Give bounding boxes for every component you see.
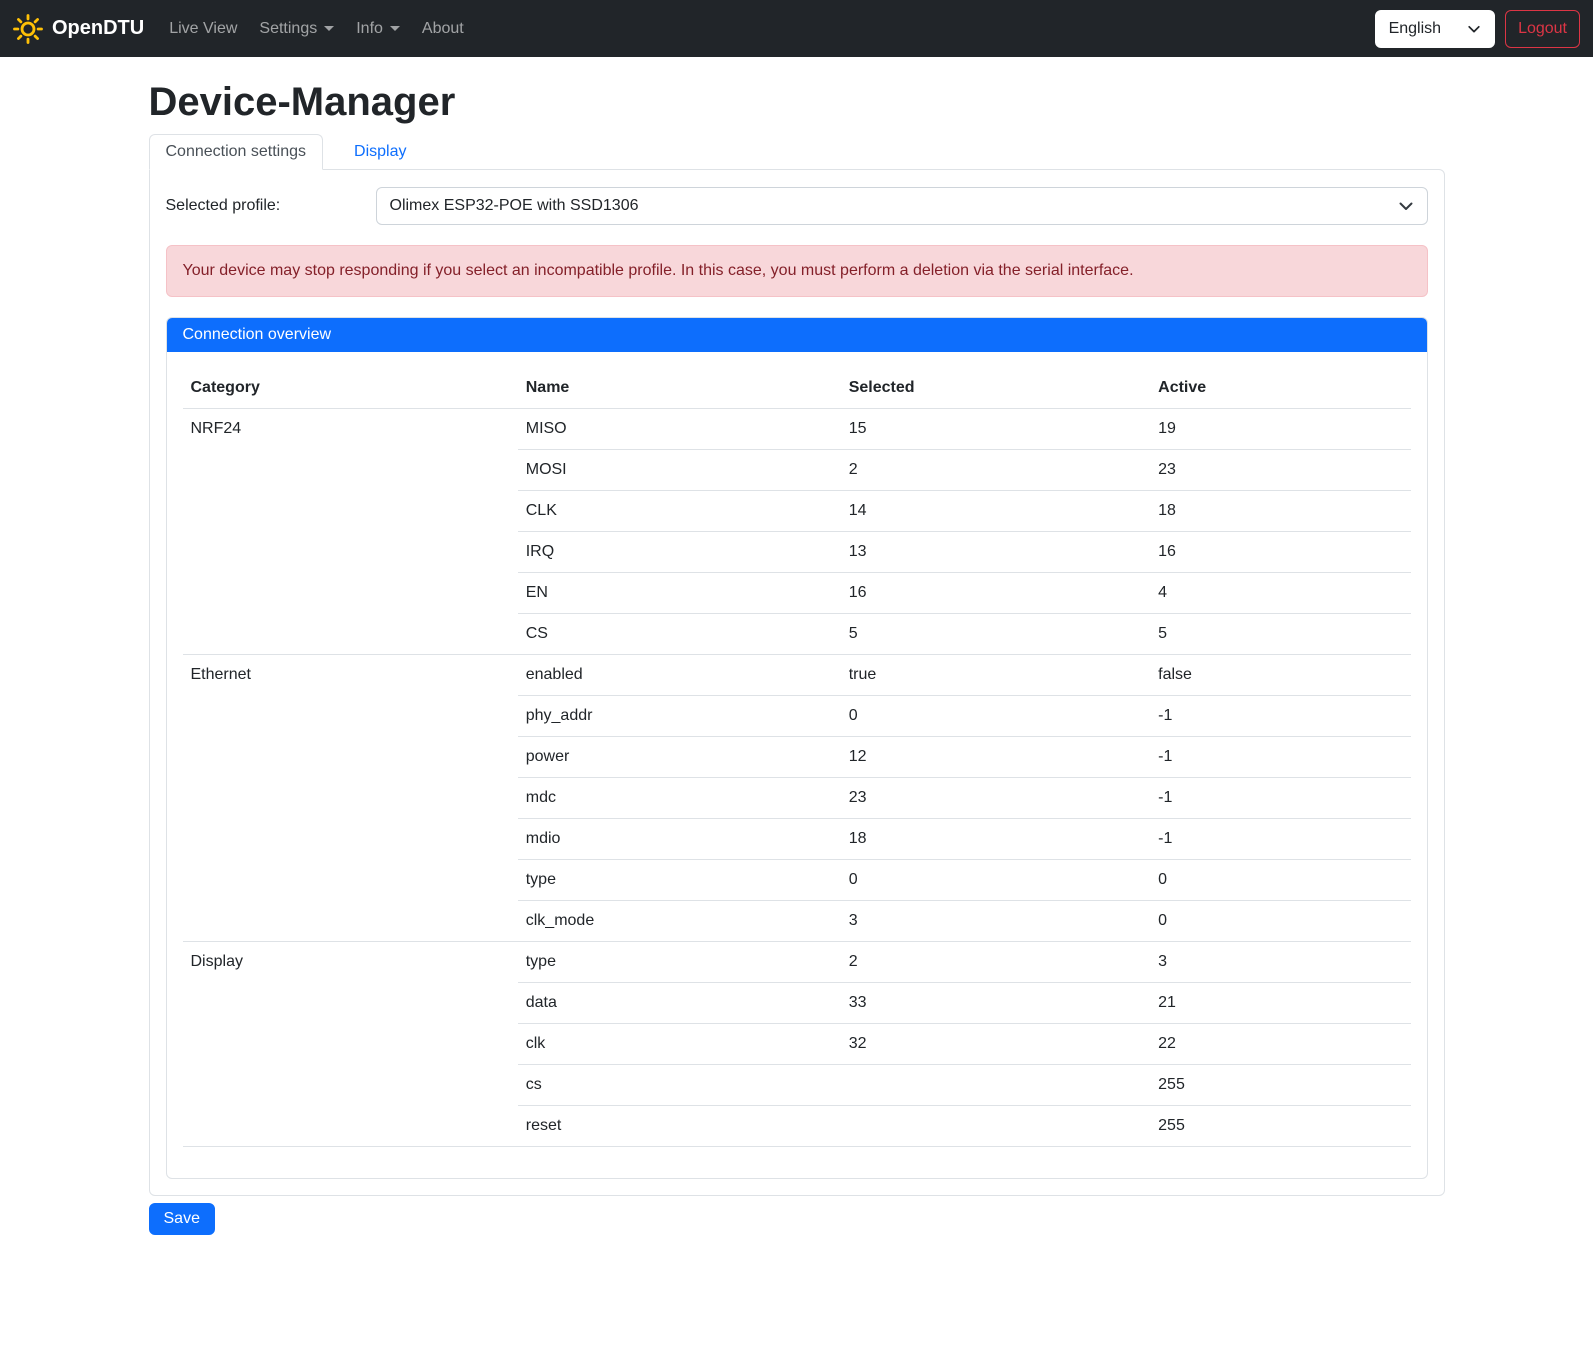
profile-select-value: Olimex ESP32-POE with SSD1306 bbox=[390, 197, 639, 215]
chevron-down-icon bbox=[1398, 198, 1414, 214]
selected-cell: 0 bbox=[841, 860, 1150, 901]
name-cell: type bbox=[518, 860, 841, 901]
tab-display[interactable]: Display bbox=[337, 134, 423, 170]
incompatible-profile-warning: Your device may stop responding if you s… bbox=[166, 245, 1428, 297]
name-cell: clk bbox=[518, 1024, 841, 1065]
overview-table-body: NRF24MISO1519MOSI223CLK1418IRQ1316EN164C… bbox=[183, 409, 1411, 1147]
active-cell: 19 bbox=[1150, 409, 1410, 450]
selected-cell: 32 bbox=[841, 1024, 1150, 1065]
profile-select[interactable]: Olimex ESP32-POE with SSD1306 bbox=[376, 187, 1428, 225]
active-cell: 255 bbox=[1150, 1106, 1410, 1147]
name-cell: phy_addr bbox=[518, 696, 841, 737]
active-cell: 16 bbox=[1150, 532, 1410, 573]
selected-cell: 33 bbox=[841, 983, 1150, 1024]
active-cell: -1 bbox=[1150, 696, 1410, 737]
active-cell: 0 bbox=[1150, 901, 1410, 942]
nav-item-about[interactable]: About bbox=[411, 12, 475, 46]
selected-cell bbox=[841, 1065, 1150, 1106]
column-header-selected: Selected bbox=[841, 368, 1150, 409]
category-cell: Ethernet bbox=[183, 655, 518, 942]
save-button[interactable]: Save bbox=[149, 1203, 215, 1235]
selected-cell: 2 bbox=[841, 942, 1150, 983]
sun-icon bbox=[13, 14, 43, 44]
active-cell: 21 bbox=[1150, 983, 1410, 1024]
name-cell: EN bbox=[518, 573, 841, 614]
selected-cell: 18 bbox=[841, 819, 1150, 860]
nav-item-live-view[interactable]: Live View bbox=[158, 12, 248, 46]
connection-overview-body: CategoryNameSelectedActive NRF24MISO1519… bbox=[167, 352, 1427, 1178]
selected-cell: true bbox=[841, 655, 1150, 696]
navbar-right: English Logout bbox=[1375, 10, 1580, 48]
nav-list: Live ViewSettingsInfoAbout bbox=[158, 12, 475, 46]
active-cell: -1 bbox=[1150, 737, 1410, 778]
logout-button[interactable]: Logout bbox=[1505, 10, 1580, 48]
nav-item-info[interactable]: Info bbox=[345, 12, 411, 46]
connection-overview-table: CategoryNameSelectedActive NRF24MISO1519… bbox=[183, 368, 1411, 1147]
chevron-down-icon bbox=[1467, 22, 1481, 36]
name-cell: cs bbox=[518, 1065, 841, 1106]
tab-panel-connection-settings: Selected profile: Olimex ESP32-POE with … bbox=[149, 169, 1445, 1196]
active-cell: 4 bbox=[1150, 573, 1410, 614]
connection-overview-card: Connection overview CategoryNameSelected… bbox=[166, 317, 1428, 1179]
selected-cell: 0 bbox=[841, 696, 1150, 737]
nav-item-settings[interactable]: Settings bbox=[248, 12, 345, 46]
tab-connection-settings[interactable]: Connection settings bbox=[149, 134, 324, 170]
brand-label: OpenDTU bbox=[52, 17, 144, 40]
selected-cell: 5 bbox=[841, 614, 1150, 655]
category-cell: NRF24 bbox=[183, 409, 518, 655]
profile-label: Selected profile: bbox=[166, 197, 376, 215]
column-header-active: Active bbox=[1150, 368, 1410, 409]
active-cell: -1 bbox=[1150, 819, 1410, 860]
selected-cell: 3 bbox=[841, 901, 1150, 942]
name-cell: power bbox=[518, 737, 841, 778]
selected-cell: 2 bbox=[841, 450, 1150, 491]
table-row: NRF24MISO1519 bbox=[183, 409, 1411, 450]
column-header-name: Name bbox=[518, 368, 841, 409]
table-header-row: CategoryNameSelectedActive bbox=[183, 368, 1411, 409]
name-cell: CS bbox=[518, 614, 841, 655]
active-cell: 3 bbox=[1150, 942, 1410, 983]
name-cell: MISO bbox=[518, 409, 841, 450]
selected-cell: 12 bbox=[841, 737, 1150, 778]
navbar: OpenDTU Live ViewSettingsInfoAbout Engli… bbox=[0, 0, 1593, 57]
active-cell: 22 bbox=[1150, 1024, 1410, 1065]
active-cell: -1 bbox=[1150, 778, 1410, 819]
table-row: Ethernetenabledtruefalse bbox=[183, 655, 1411, 696]
active-cell: 5 bbox=[1150, 614, 1410, 655]
column-header-category: Category bbox=[183, 368, 518, 409]
name-cell: IRQ bbox=[518, 532, 841, 573]
selected-cell: 23 bbox=[841, 778, 1150, 819]
brand[interactable]: OpenDTU bbox=[13, 14, 144, 44]
dropdown-caret-icon bbox=[324, 26, 334, 31]
selected-cell: 16 bbox=[841, 573, 1150, 614]
name-cell: MOSI bbox=[518, 450, 841, 491]
active-cell: 18 bbox=[1150, 491, 1410, 532]
active-cell: 255 bbox=[1150, 1065, 1410, 1106]
name-cell: clk_mode bbox=[518, 901, 841, 942]
active-cell: 23 bbox=[1150, 450, 1410, 491]
dropdown-caret-icon bbox=[390, 26, 400, 31]
selected-cell: 14 bbox=[841, 491, 1150, 532]
active-cell: false bbox=[1150, 655, 1410, 696]
main-content: Device-Manager Connection settings Displ… bbox=[137, 78, 1457, 1235]
name-cell: reset bbox=[518, 1106, 841, 1147]
name-cell: type bbox=[518, 942, 841, 983]
name-cell: mdio bbox=[518, 819, 841, 860]
name-cell: mdc bbox=[518, 778, 841, 819]
profile-row: Selected profile: Olimex ESP32-POE with … bbox=[166, 187, 1428, 225]
selected-cell: 15 bbox=[841, 409, 1150, 450]
selected-cell: 13 bbox=[841, 532, 1150, 573]
active-cell: 0 bbox=[1150, 860, 1410, 901]
language-value: English bbox=[1389, 20, 1441, 38]
name-cell: data bbox=[518, 983, 841, 1024]
language-select[interactable]: English bbox=[1375, 10, 1495, 48]
name-cell: CLK bbox=[518, 491, 841, 532]
selected-cell bbox=[841, 1106, 1150, 1147]
name-cell: enabled bbox=[518, 655, 841, 696]
category-cell: Display bbox=[183, 942, 518, 1147]
table-row: Displaytype23 bbox=[183, 942, 1411, 983]
tab-bar: Connection settings Display bbox=[149, 134, 1445, 169]
connection-overview-header: Connection overview bbox=[167, 318, 1427, 352]
page-title: Device-Manager bbox=[149, 78, 1445, 126]
